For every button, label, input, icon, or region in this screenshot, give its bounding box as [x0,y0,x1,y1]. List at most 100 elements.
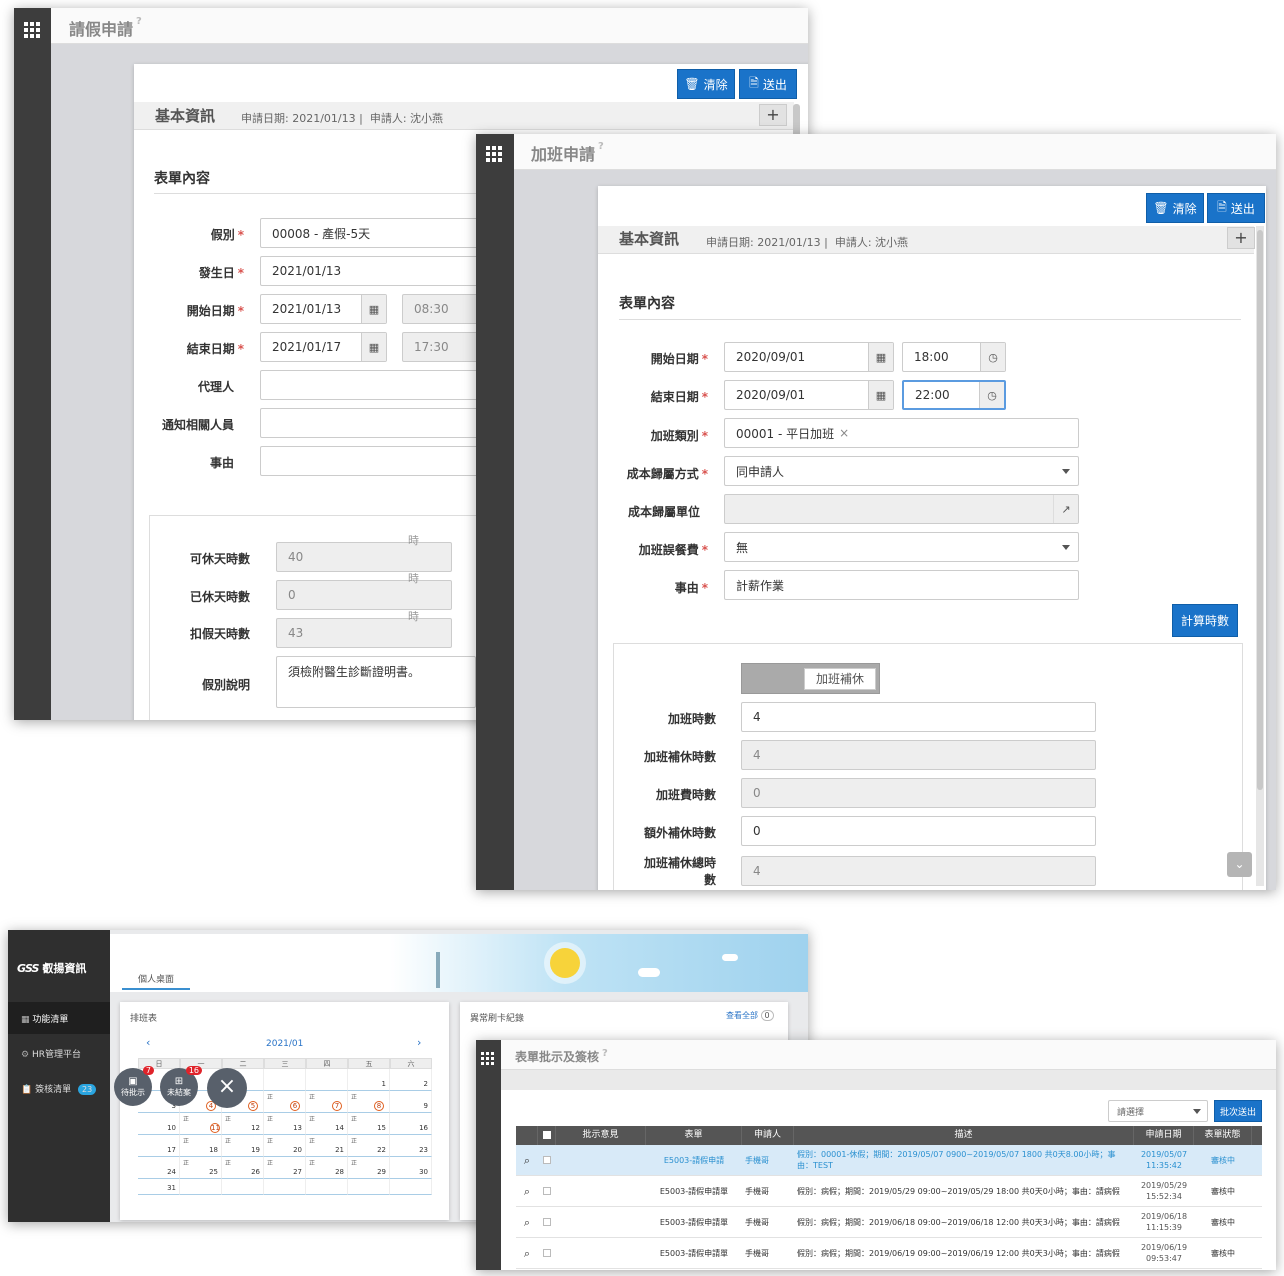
calendar-day[interactable]: 24 [138,1157,180,1179]
view-all-link[interactable]: 查看全部 0 [726,1010,774,1021]
expand-button[interactable]: + [759,104,787,126]
row-checkbox[interactable] [538,1176,556,1206]
calendar-day[interactable]: 6正 [264,1091,306,1113]
meal-select[interactable]: 無 [724,532,1079,562]
calendar-day[interactable]: 26 正 [222,1157,264,1179]
form-link[interactable]: E5003-請假申請單 [646,1176,742,1206]
end-date-input[interactable]: 2021/01/17 ▦ [260,332,387,362]
help-icon[interactable]: ? [136,16,142,27]
calendar-day[interactable]: 1 [348,1069,390,1091]
calendar-icon[interactable]: ▦ [361,333,386,361]
form-link[interactable]: E5003-請假申請單 [646,1207,742,1237]
close-fab[interactable]: × [207,1068,247,1108]
calendar-icon[interactable]: ▦ [868,381,893,409]
calendar-day[interactable]: 2 [390,1069,432,1091]
calendar-day[interactable]: 10 [138,1113,180,1135]
search-icon[interactable]: ⌕ [516,1238,538,1268]
form-link[interactable]: E5003-請假申請 [646,1145,742,1175]
batch-submit-button[interactable]: 批次送出 [1214,1100,1262,1122]
comp-toggle-label[interactable]: 加班補休 [804,668,876,690]
start-date-input[interactable]: 2020/09/01 ▦ [724,342,894,372]
calendar-day[interactable]: 23 [390,1135,432,1157]
next-month-icon[interactable]: › [417,1036,421,1049]
end-date-input[interactable]: 2020/09/01 ▦ [724,380,894,410]
menu-item-hr-platform[interactable]: ⚙ HR管理平台 [8,1037,110,1069]
calendar-day[interactable]: 20 正 [264,1135,306,1157]
calendar-day[interactable]: 11 正 [180,1113,222,1135]
desktop-tab[interactable]: 個人桌面 [122,968,190,990]
reason-input[interactable]: 計薪作業 [724,570,1079,600]
calendar-day[interactable]: 14 正 [306,1113,348,1135]
calendar-day[interactable]: 9 [390,1091,432,1113]
remove-tag-icon[interactable]: × [839,426,849,440]
help-icon[interactable]: ? [598,141,604,152]
menu-item-function-list[interactable]: ▦ 功能清單 [8,1002,110,1034]
form-link[interactable]: E5003-請假申請單 [646,1238,742,1268]
calendar-day[interactable]: 15 正 [348,1113,390,1135]
select-all-checkbox[interactable] [542,1131,551,1139]
apps-grid-icon[interactable] [486,146,502,162]
category-select[interactable]: 00001 - 平日加班 × [724,418,1079,448]
calendar-day[interactable]: 13 正 [264,1113,306,1135]
submit-button[interactable]: 🗎 送出 [1207,193,1265,223]
cost-unit-input[interactable]: ↗ [724,494,1079,524]
table-row[interactable]: ⌕ E5003-請假申請單 手機哥 假別：病假；期間：2019/05/29 09:00… [516,1176,1262,1207]
occur-date-input[interactable]: 2021/01/13 [260,256,490,286]
search-icon[interactable]: ⌕ [516,1176,538,1206]
table-row[interactable]: ⌕ E5003-請假申請單 手機哥 假別：病假；期間：2019/06/19 09:00… [516,1238,1262,1269]
search-icon[interactable]: ⌕ [516,1207,538,1237]
calendar-day[interactable]: 21 正 [306,1135,348,1157]
calendar-day[interactable]: 16 [390,1113,432,1135]
calendar-day[interactable]: 29 正 [348,1157,390,1179]
leave-type-input[interactable]: 00008 - 產假-5天 [260,218,490,248]
start-date-input[interactable]: 2021/01/13 ▦ [260,294,387,324]
search-icon[interactable]: ⌕ [516,1145,538,1175]
row-checkbox[interactable] [538,1238,556,1268]
prev-month-icon[interactable]: ‹ [146,1036,150,1049]
clock-icon[interactable]: ◷ [979,382,1004,408]
calendar-icon[interactable]: ▦ [868,343,893,371]
calendar-day[interactable]: 30 [390,1157,432,1179]
clock-icon[interactable]: ◷ [980,343,1005,371]
calendar-day[interactable]: 12 正 [222,1113,264,1135]
column-header[interactable] [538,1126,556,1145]
external-link-icon[interactable]: ↗ [1053,495,1078,523]
start-time-input[interactable]: 18:00 ◷ [902,342,1006,372]
batch-action-select[interactable]: 請選擇 [1108,1100,1208,1122]
scrollbar-thumb[interactable] [1257,230,1263,790]
apps-grid-icon[interactable] [24,22,40,38]
calendar-day[interactable]: 17 [138,1135,180,1157]
calculate-hours-button[interactable]: 計算時數 [1172,604,1238,637]
clear-button[interactable]: 🗑 清除 [1146,193,1204,223]
calendar-day[interactable]: 27 正 [264,1157,306,1179]
cost-method-select[interactable]: 同申請人 [724,456,1079,486]
calendar-day[interactable]: 28 正 [306,1157,348,1179]
calendar-day[interactable]: 31 [138,1179,180,1195]
expand-button[interactable]: + [1227,227,1255,249]
scroll-down-button[interactable]: ⌄ [1227,852,1252,877]
menu-item-approval-list[interactable]: 📋 簽核清單 23 [8,1072,110,1104]
row-checkbox[interactable] [538,1145,556,1175]
notify-input[interactable] [260,408,490,438]
extra-comp-input[interactable]: 0 [741,816,1096,846]
calendar-day[interactable]: 8正 [348,1091,390,1113]
reason-input[interactable] [260,446,490,476]
pending-approval-fab[interactable]: ▣ 待批示 7 [114,1066,154,1106]
table-row[interactable]: ⌕ E5003-請假申請 手機哥 假別：00001-休假；期間：2019/05/07 … [516,1145,1262,1176]
calendar-day[interactable]: 18 正 [180,1135,222,1157]
calendar-icon[interactable]: ▦ [361,295,386,323]
table-row[interactable]: ⌕ E5003-請假申請單 手機哥 假別：病假；期間：2019/06/18 09:00… [516,1207,1262,1238]
calendar-day[interactable]: 7正 [306,1091,348,1113]
help-icon[interactable]: ? [602,1048,608,1059]
open-cases-fab[interactable]: ⊞ 未結案 16 [160,1066,202,1106]
apps-grid-icon[interactable] [481,1052,494,1065]
ot-hours-input[interactable]: 4 [741,702,1096,732]
clear-button[interactable]: 🗑 清除 [677,69,735,99]
end-time-input[interactable]: 22:00 ◷ [902,380,1006,410]
calendar-day[interactable]: 19 正 [222,1135,264,1157]
comp-toggle[interactable]: 加班補休 [741,663,880,694]
calendar-day[interactable]: 25 正 [180,1157,222,1179]
submit-button[interactable]: 🗎 送出 [739,69,797,99]
calendar-day[interactable]: 22 正 [348,1135,390,1157]
agent-input[interactable] [260,370,490,400]
